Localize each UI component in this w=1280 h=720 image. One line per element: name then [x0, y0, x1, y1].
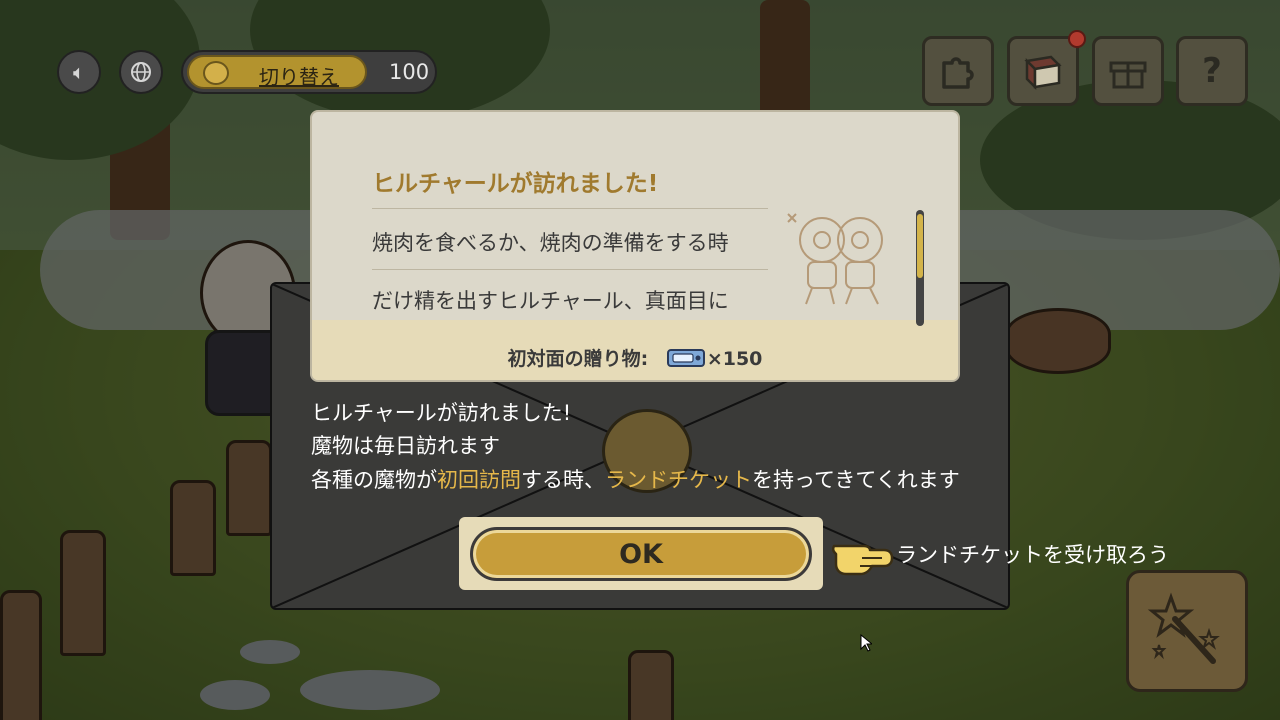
- book-icon: [1024, 55, 1062, 91]
- tutorial-text: する時、: [521, 468, 605, 492]
- switch-button[interactable]: 切り替え: [187, 55, 367, 89]
- magic-wand-icon: [1147, 592, 1220, 664]
- first-meeting-gift: 初対面の贈り物: ×150: [312, 344, 958, 371]
- pointing-hand-icon: [832, 544, 894, 576]
- gift-icon: [1109, 61, 1147, 89]
- highlight-first-visit: 初回訪問: [437, 468, 521, 492]
- coin-icon: [203, 61, 229, 85]
- letter-divider: [372, 269, 768, 270]
- ok-button[interactable]: OK: [470, 527, 812, 581]
- tutorial-line-1: ヒルチャールが訪れました!: [311, 401, 572, 425]
- currency-bar: 切り替え 100: [181, 50, 437, 94]
- scrollbar-thumb[interactable]: [917, 214, 923, 278]
- gift-label: 初対面の贈り物:: [507, 348, 649, 370]
- gift-amount: ×150: [706, 348, 763, 370]
- land-ticket-icon: [666, 349, 705, 367]
- ok-button-label: OK: [619, 538, 663, 570]
- letter-divider: [372, 208, 768, 209]
- tutorial-line-3: 各種の魔物が初回訪問する時、ランドチケットを持ってきてくれます: [311, 464, 960, 494]
- currency-count: 100: [389, 60, 430, 84]
- magic-wand-button[interactable]: [1126, 570, 1248, 692]
- letter-title: ヒルチャールが訪れました!: [372, 171, 659, 197]
- mouse-cursor-icon: [860, 634, 872, 652]
- language-button[interactable]: [119, 50, 163, 94]
- speaker-icon: 🔈︎: [73, 60, 85, 84]
- tutorial-text: 各種の魔物が: [311, 468, 437, 492]
- tutorial-line-2: 魔物は毎日訪れます: [311, 434, 500, 458]
- tutorial-hint: ランドチケットを受け取ろう: [896, 543, 1169, 567]
- highlight-land-ticket: ランドチケット: [605, 468, 752, 492]
- gift-button[interactable]: [1092, 36, 1164, 106]
- sound-button[interactable]: 🔈︎: [57, 50, 101, 94]
- globe-icon: [131, 62, 151, 82]
- letter-card: ヒルチャールが訪れました! 焼肉を食べるか、焼肉の準備をする時 だけ精を出すヒル…: [310, 110, 960, 382]
- letter-scrollbar[interactable]: [916, 210, 924, 326]
- tutorial-text: を持ってきてくれます: [752, 468, 960, 492]
- letter-body-line: 焼肉を食べるか、焼肉の準備をする時: [372, 231, 729, 255]
- puzzle-icon: [942, 57, 974, 89]
- switch-label: 切り替え: [259, 65, 339, 89]
- book-button[interactable]: [1007, 36, 1079, 106]
- hilichurl-sketch-illustration: [787, 213, 883, 305]
- help-button[interactable]: ?: [1176, 36, 1248, 106]
- question-icon: ?: [1202, 51, 1222, 91]
- letter-body-line: だけ精を出すヒルチャール、真面目に: [372, 289, 729, 313]
- puzzle-button[interactable]: [922, 36, 994, 106]
- notification-badge: [1068, 30, 1086, 48]
